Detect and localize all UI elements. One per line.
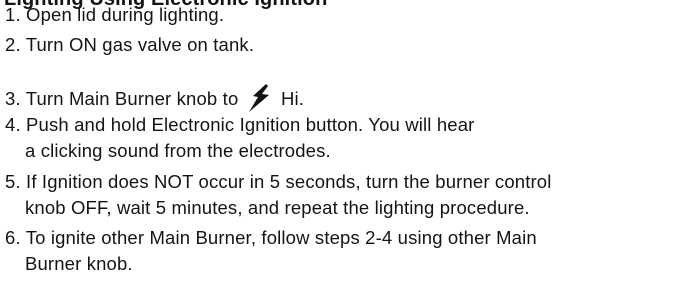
step-4-continuation: a clicking sound from the electrodes. (25, 140, 331, 161)
step-text: Turn Main Burner knob to (25, 88, 239, 109)
lighting-instructions: Lighting Using Electronic Ignition 1. Op… (0, 0, 683, 306)
step-text: Open lid during lighting. (26, 4, 225, 25)
step-number: 1. (5, 4, 21, 25)
step-number: 6. (5, 227, 21, 248)
step-number: 5. (5, 171, 21, 192)
step-1: 1. Open lid during lighting. (5, 4, 224, 26)
step-6: 6. To ignite other Main Burner, follow s… (5, 227, 537, 249)
step-number: 4. (5, 114, 21, 135)
step-text: Turn ON gas valve on tank. (25, 34, 255, 55)
step-2: 2. Turn ON gas valve on tank. (5, 34, 254, 56)
step-text: Push and hold Electronic Ignition button… (26, 114, 475, 135)
step-5-continuation: knob OFF, wait 5 minutes, and repeat the… (25, 197, 530, 218)
step-4: 4. Push and hold Electronic Ignition but… (5, 114, 474, 136)
step-text: To ignite other Main Burner, follow step… (25, 227, 537, 248)
lightning-bolt-icon (248, 84, 269, 112)
step-text: If Ignition does NOT occur in 5 seconds,… (26, 171, 552, 192)
step-3: 3. Turn Main Burner knob to Hi. (5, 84, 304, 112)
step-number: 3. (5, 88, 21, 109)
step-number: 2. (5, 34, 21, 55)
step-6-continuation: Burner knob. (25, 253, 133, 274)
step-5: 5. If Ignition does NOT occur in 5 secon… (5, 171, 552, 193)
step-text-after-icon: Hi. (280, 88, 305, 109)
